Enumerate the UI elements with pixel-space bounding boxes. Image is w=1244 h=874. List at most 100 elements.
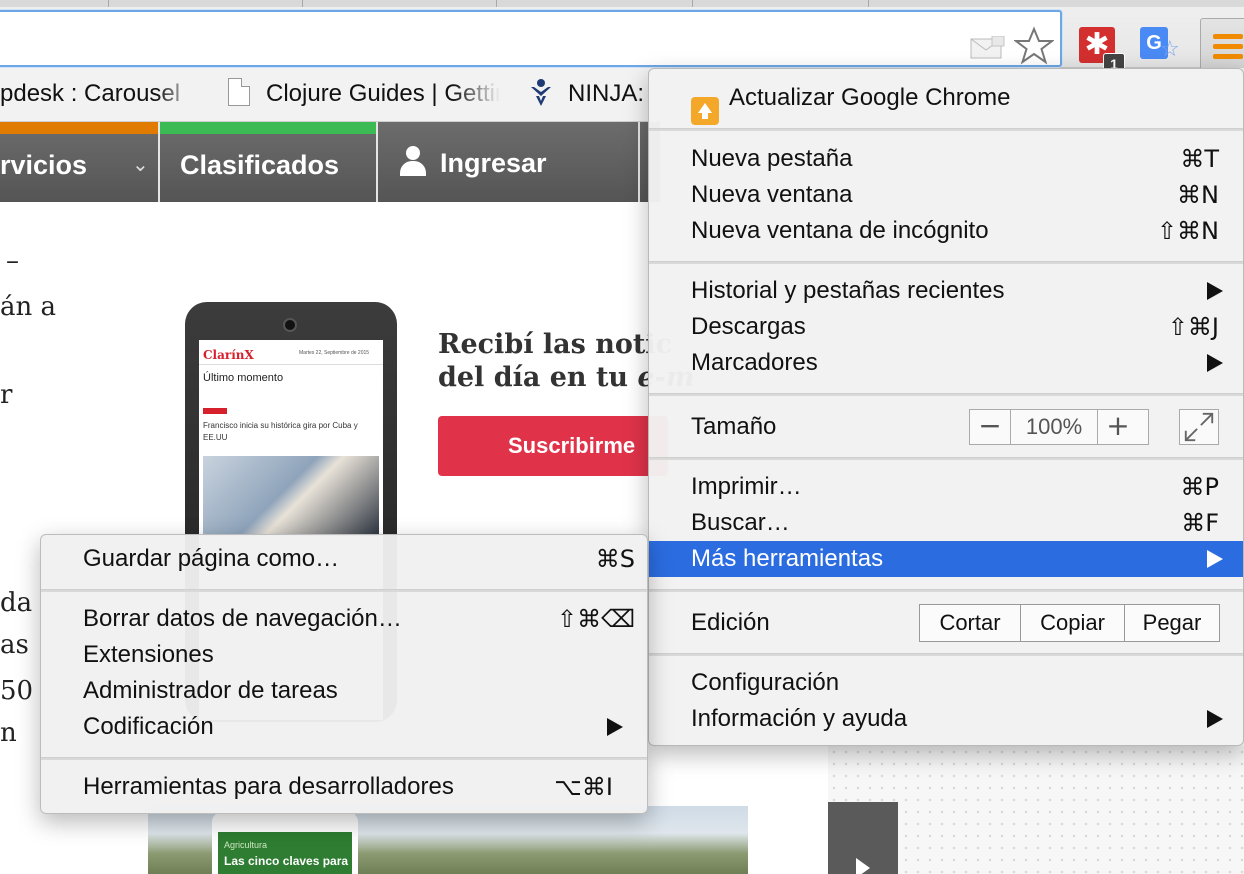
subscribe-button[interactable]: Suscribirme <box>438 416 668 476</box>
play-icon[interactable] <box>828 802 898 874</box>
article-banner-image: Agricultura Las cinco claves para <box>148 806 748 874</box>
copy-button[interactable]: Copiar <box>1020 605 1124 641</box>
menu-item-shortcut: ⌘S <box>595 545 635 573</box>
submenu-arrow-icon <box>1207 550 1223 568</box>
phone-section: Último momento <box>203 372 284 384</box>
bookmark-star-icon[interactable] <box>1014 26 1054 66</box>
nav-label: rvicios <box>0 150 88 180</box>
menu-item-label: Edición <box>691 609 770 636</box>
menu-item-new-window[interactable]: Nueva ventana ⌘N <box>649 177 1243 213</box>
submenu-arrow-icon <box>607 718 623 736</box>
bookmark-item[interactable]: pdesk : Carousel <box>0 80 196 108</box>
submenu-arrow-icon <box>1207 710 1223 728</box>
banner-card: Agricultura Las cinco claves para <box>212 812 358 874</box>
article-text: n <box>0 718 17 748</box>
chrome-main-menu: Actualizar Google Chrome Nueva pestaña ⌘… <box>648 68 1244 746</box>
paste-button[interactable]: Pegar <box>1124 605 1219 641</box>
bookmark-item[interactable]: Clojure Guides | Getting <box>266 80 500 108</box>
cut-button[interactable]: Cortar <box>920 605 1020 641</box>
article-text: r <box>0 380 13 410</box>
banner-category: Agricultura <box>224 840 268 850</box>
menu-item-shortcut: ⌘P <box>1180 473 1219 501</box>
menu-item-shortcut: ⇧⌘⌫ <box>556 605 635 633</box>
article-text: da <box>0 588 33 618</box>
document-icon <box>228 78 250 106</box>
banner-headline: Las cinco claves para <box>224 854 349 868</box>
menu-bar-icon <box>1213 44 1243 49</box>
menu-item-task-manager[interactable]: Administrador de tareas <box>41 673 647 709</box>
menu-item-shortcut: ⇧⌘N <box>1156 217 1219 245</box>
submenu-arrow-icon <box>1207 354 1223 372</box>
side-panel <box>828 746 1244 874</box>
menu-item-label: Imprimir… <box>691 473 802 500</box>
phone-photo <box>203 456 379 536</box>
menu-item-developer-tools[interactable]: Herramientas para desarrolladores ⌥⌘I <box>41 769 647 805</box>
nav-ingresar[interactable]: Ingresar <box>378 122 640 202</box>
chevron-down-icon: ⌄ <box>132 154 149 176</box>
ninja-icon <box>531 79 551 106</box>
fullscreen-button[interactable] <box>1179 409 1219 445</box>
menu-item-label: Codificación <box>83 713 214 740</box>
menu-item-settings[interactable]: Configuración <box>649 665 1243 701</box>
menu-item-label: Herramientas para desarrolladores <box>83 773 454 800</box>
bookmark-item[interactable]: NINJA: <box>568 80 648 108</box>
menu-item-clear-browsing-data[interactable]: Borrar datos de navegación… ⇧⌘⌫ <box>41 601 647 637</box>
menu-item-extensions[interactable]: Extensiones <box>41 637 647 673</box>
menu-item-bookmarks[interactable]: Marcadores <box>649 345 1243 381</box>
menu-item-print[interactable]: Imprimir… ⌘P <box>649 469 1243 505</box>
update-arrow-icon <box>691 97 719 125</box>
menu-item-shortcut: ⌘N <box>1177 181 1219 209</box>
google-translate-extension-icon[interactable]: G ☆ <box>1140 27 1184 67</box>
nav-clasificados[interactable]: Clasificados <box>160 122 378 202</box>
menu-item-label: Extensiones <box>83 641 214 668</box>
menu-item-save-page[interactable]: Guardar página como… ⌘S <box>41 541 647 577</box>
menu-item-new-tab[interactable]: Nueva pestaña ⌘T <box>649 141 1243 177</box>
menu-item-help[interactable]: Información y ayuda <box>649 701 1243 737</box>
menu-item-label: Información y ayuda <box>691 705 908 732</box>
menu-item-label: Nueva pestaña <box>691 145 853 172</box>
zoom-out-button[interactable]: − <box>970 410 1010 444</box>
menu-item-update-chrome[interactable]: Actualizar Google Chrome <box>649 81 1243 125</box>
menu-item-label: Borrar datos de navegación… <box>83 605 402 632</box>
menu-item-label: Nueva ventana de incógnito <box>691 217 989 244</box>
menu-item-incognito[interactable]: Nueva ventana de incógnito ⇧⌘N <box>649 213 1243 249</box>
menu-item-encoding[interactable]: Codificación <box>41 709 647 745</box>
menu-item-zoom: Tamaño <box>649 409 1243 445</box>
menu-item-label: Actualizar Google Chrome <box>729 84 1011 111</box>
menu-item-label: Guardar página como… <box>83 545 340 572</box>
promo-line: Recibí las notic <box>438 329 673 360</box>
menu-item-find[interactable]: Buscar… ⌘F <box>649 505 1243 541</box>
promo-line: del día en tu <box>438 362 638 393</box>
article-text: – <box>6 246 19 276</box>
more-tools-submenu: Guardar página como… ⌘S Borrar datos de … <box>40 534 648 814</box>
translate-character-icon: ☆ <box>1160 37 1180 62</box>
site-navigation: rvicios ⌄ Clasificados Ingresar <box>0 122 660 202</box>
address-bar[interactable] <box>0 10 1062 67</box>
browser-toolbar: ✱ 1 G ☆ <box>0 7 1244 74</box>
zoom-level: 100% <box>1010 410 1098 444</box>
nav-servicios[interactable]: rvicios ⌄ <box>0 122 160 202</box>
menu-item-downloads[interactable]: Descargas ⇧⌘J <box>649 309 1243 345</box>
menu-item-history[interactable]: Historial y pestañas recientes <box>649 273 1243 309</box>
zoom-control: − 100% + <box>969 409 1149 445</box>
edit-controls: Cortar Copiar Pegar <box>919 604 1220 642</box>
phone-tag <box>203 408 227 414</box>
nav-accent-bar <box>160 122 376 134</box>
submenu-arrow-icon <box>1207 282 1223 300</box>
article-text: án a <box>0 292 57 322</box>
lastpass-extension-icon[interactable]: ✱ 1 <box>1079 27 1125 73</box>
menu-item-label: Nueva ventana <box>691 181 853 208</box>
menu-item-label: Buscar… <box>691 509 790 536</box>
menu-item-label: Configuración <box>691 669 840 696</box>
menu-bar-icon <box>1213 34 1243 39</box>
menu-item-label: Más herramientas <box>691 545 884 572</box>
zoom-in-button[interactable]: + <box>1098 410 1138 444</box>
nav-label: Clasificados <box>180 150 340 180</box>
chrome-menu-button[interactable] <box>1200 18 1244 74</box>
article-text: as <box>0 630 29 660</box>
camera-icon <box>283 318 297 332</box>
menu-item-label: Marcadores <box>691 349 818 376</box>
menu-item-shortcut: ⇧⌘J <box>1167 313 1219 341</box>
mail-icon[interactable] <box>970 36 1006 60</box>
menu-item-more-tools[interactable]: Más herramientas <box>649 541 1243 577</box>
